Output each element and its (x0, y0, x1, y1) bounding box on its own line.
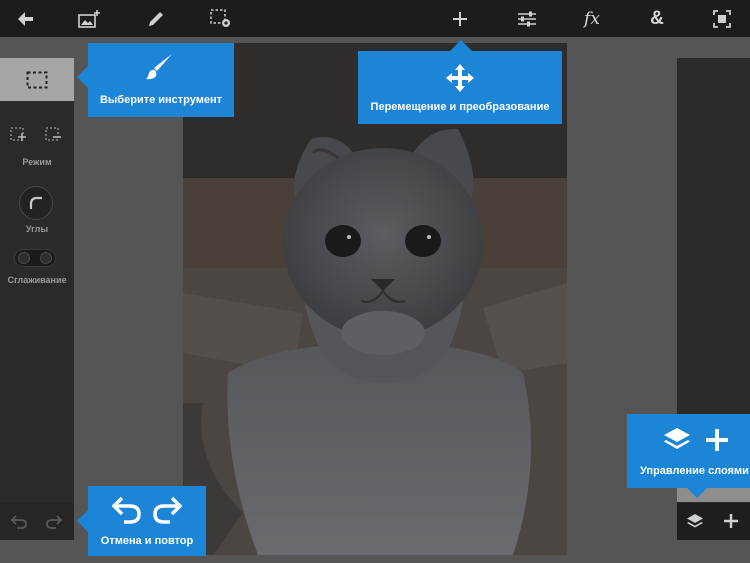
pencil-icon (149, 11, 163, 26)
smoothing-label: Сглаживание (7, 275, 67, 285)
selection-gear-icon (210, 8, 230, 27)
sliders-icon (518, 11, 536, 26)
layers-tooltip: Управление слоями (627, 414, 750, 488)
smoothing-on-knob (40, 252, 52, 264)
move-arrows-large-icon (446, 64, 474, 92)
subtract-selection-icon[interactable] (45, 127, 63, 143)
undo-icon[interactable] (10, 512, 28, 530)
select-tool-tooltip-arrow (77, 66, 88, 88)
layers-large-icon (664, 428, 690, 449)
back-button[interactable] (6, 0, 46, 37)
plus-large-icon (706, 429, 728, 451)
layers-tooltip-text: Управление слоями (640, 465, 749, 477)
move-transform-tooltip: Перемещение и преобразование (358, 51, 562, 124)
select-tool-tooltip: Выберите инструмент (88, 43, 234, 117)
tool-options-panel: Режим Углы Сглаживание (0, 58, 74, 513)
redo-large-icon (153, 496, 182, 524)
brush-icon (146, 54, 172, 80)
layers-tooltip-arrow (687, 488, 707, 498)
redo-icon[interactable] (45, 512, 63, 530)
undo-large-icon (112, 496, 141, 524)
select-tool-tooltip-text: Выберите инструмент (99, 94, 223, 106)
fit-screen-button[interactable] (702, 0, 742, 37)
smoothing-toggle[interactable] (14, 249, 56, 267)
undo-redo-tooltip-text: Отмена и повтор (100, 535, 194, 547)
plus-icon[interactable] (724, 514, 738, 528)
move-transform-tooltip-text: Перемещение и преобразование (370, 101, 550, 113)
effects-button[interactable]: fx (572, 0, 612, 37)
adjustments-button[interactable] (507, 0, 547, 37)
layers-icon[interactable] (686, 513, 704, 531)
rect-select-icon (26, 71, 48, 88)
add-image-button[interactable] (70, 0, 110, 37)
back-arrow-icon (18, 11, 33, 26)
top-toolbar: fx & (0, 0, 750, 37)
corners-button[interactable] (19, 186, 53, 220)
add-image-icon (78, 9, 100, 28)
layers-toolbar (677, 503, 750, 540)
rect-select-tool-button[interactable] (0, 58, 74, 101)
smoothing-off-knob (18, 252, 30, 264)
blend-button[interactable]: & (637, 0, 677, 37)
undo-redo-tooltip-arrow (77, 510, 88, 532)
fx-icon: fx (584, 8, 600, 29)
move-arrows-icon (453, 11, 467, 26)
undo-redo-bar (0, 503, 74, 540)
move-transform-button[interactable] (440, 0, 480, 37)
move-transform-tooltip-arrow (450, 40, 472, 51)
selection-settings-button[interactable] (201, 0, 241, 37)
add-selection-icon[interactable] (10, 127, 28, 143)
mode-label: Режим (22, 157, 52, 167)
corners-label: Углы (25, 224, 49, 234)
ampersand-icon: & (650, 7, 664, 29)
fit-screen-icon (713, 9, 731, 28)
undo-redo-tooltip: Отмена и повтор (88, 486, 206, 556)
edit-button[interactable] (136, 0, 176, 37)
rounded-corner-icon (29, 196, 42, 209)
